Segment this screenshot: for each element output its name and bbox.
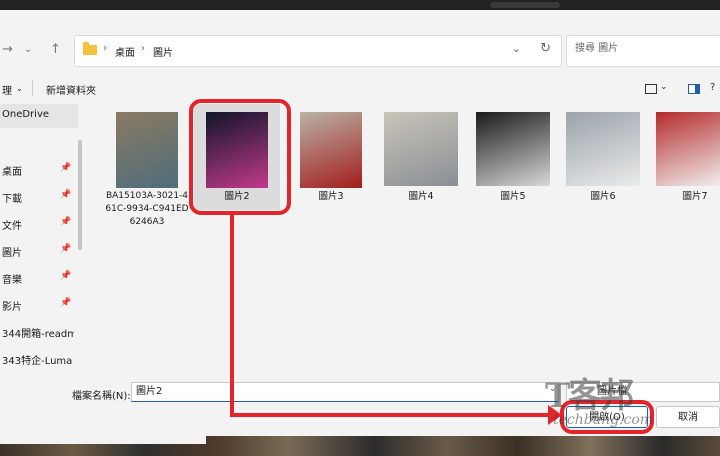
- dialog-bottom-edge: [0, 436, 206, 444]
- sidebar-scrollbar[interactable]: [78, 140, 82, 250]
- sidebar-item-desktop[interactable]: 桌面 📌: [0, 158, 78, 182]
- search-input[interactable]: [573, 42, 717, 55]
- sidebar-item-label: OneDrive: [2, 109, 50, 120]
- filename-input[interactable]: 圖片2: [131, 382, 559, 402]
- file-thumbnail: [384, 112, 458, 186]
- watermark-url: techbang.com: [553, 412, 654, 428]
- sidebar-item-folder-344[interactable]: 344開箱-readm: [0, 320, 78, 344]
- organize-button[interactable]: 理: [2, 82, 12, 97]
- sidebar-item-videos[interactable]: 影片 📌: [0, 293, 78, 317]
- preview-pane-icon[interactable]: [688, 84, 700, 94]
- background-photo-strip: [0, 436, 720, 456]
- address-bar[interactable]: › 桌面 › 圖片 ⌄ ↻: [74, 35, 562, 67]
- sidebar-item-downloads[interactable]: 下載 📌: [0, 185, 78, 209]
- sidebar-item-documents[interactable]: 文件 📌: [0, 212, 78, 236]
- filename-label: 檔案名稱(N):: [72, 391, 131, 402]
- watermark-logo: T客邦: [545, 376, 634, 416]
- file-thumbnail: [566, 112, 640, 186]
- sidebar-item-pictures[interactable]: 圖片 📌: [0, 239, 78, 263]
- file-name: 圖片7: [682, 191, 708, 202]
- file-thumbnail: [656, 112, 720, 186]
- file-item[interactable]: 圖片3: [288, 104, 374, 210]
- browser-tab[interactable]: [490, 2, 560, 8]
- file-thumbnail: [300, 112, 362, 188]
- chevron-down-icon[interactable]: ⌄: [512, 42, 521, 55]
- sidebar-item-folder-343[interactable]: 343特企-Luma: [0, 347, 78, 371]
- file-item[interactable]: 圖片6: [560, 104, 646, 210]
- file-item[interactable]: BA15103A-3021-461C-9934-C941ED6246A3: [104, 104, 190, 227]
- sidebar-item-label: 343特企-Luma: [2, 356, 73, 367]
- file-item[interactable]: 圖片4: [378, 104, 464, 210]
- recent-chevron-icon[interactable]: ⌄: [24, 44, 32, 55]
- pin-icon: 📌: [60, 298, 72, 308]
- breadcrumb-desktop[interactable]: 桌面: [115, 44, 135, 59]
- watermark: T客邦 techbang.com: [545, 368, 715, 434]
- file-name: 圖片3: [318, 191, 344, 202]
- pin-icon: 📌: [60, 244, 72, 254]
- view-chevron-icon[interactable]: ⌄: [660, 82, 668, 92]
- search-box[interactable]: [566, 35, 720, 67]
- sidebar-item-label: 344開箱-readm: [2, 329, 74, 340]
- file-thumbnail: [476, 112, 550, 186]
- file-name: 圖片5: [500, 191, 526, 202]
- browser-top-strip: [0, 0, 720, 10]
- sidebar-item-onedrive[interactable]: OneDrive: [0, 104, 78, 128]
- folder-icon: [83, 42, 97, 55]
- file-name: BA15103A-3021-461C-9934-C941ED6246A3: [105, 191, 189, 227]
- up-icon[interactable]: ↑: [50, 42, 61, 57]
- highlight-selected-file: [189, 99, 291, 215]
- organize-chevron-icon[interactable]: ⌄: [16, 84, 23, 93]
- new-folder-button[interactable]: 新增資料夾: [46, 82, 96, 97]
- chevron-right-icon: ›: [141, 43, 145, 54]
- file-name: 圖片4: [408, 191, 434, 202]
- refresh-icon[interactable]: ↻: [540, 41, 551, 56]
- forward-icon[interactable]: →: [2, 42, 13, 57]
- breadcrumb-pictures[interactable]: 圖片: [153, 44, 173, 59]
- pin-icon: 📌: [60, 271, 72, 281]
- file-item[interactable]: 圖片7: [650, 104, 720, 210]
- sidebar-item-music[interactable]: 音樂 📌: [0, 266, 78, 290]
- pin-icon: 📌: [60, 163, 72, 173]
- toolbar-divider: [32, 80, 33, 96]
- chevron-right-icon: ›: [103, 43, 107, 54]
- pin-icon: 📌: [60, 190, 72, 200]
- file-thumbnail: [116, 112, 178, 188]
- view-icon[interactable]: [645, 84, 657, 94]
- file-name: 圖片6: [590, 191, 616, 202]
- pin-icon: 📌: [60, 217, 72, 227]
- file-item[interactable]: 圖片5: [470, 104, 556, 210]
- help-icon[interactable]: ?: [710, 82, 715, 93]
